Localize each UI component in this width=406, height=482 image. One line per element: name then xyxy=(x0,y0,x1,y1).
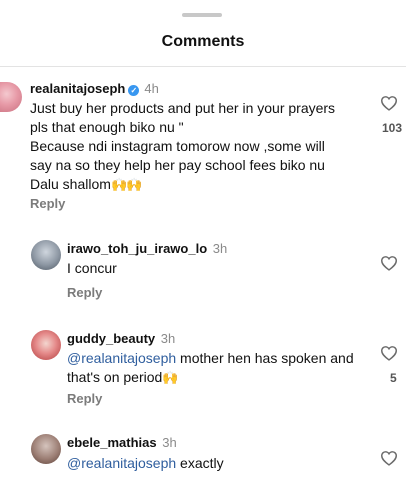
comment-text: @realanitajoseph mother hen has spoken a… xyxy=(67,350,354,385)
comment-text: Just buy her products and put her in you… xyxy=(30,99,350,194)
like-heart-icon[interactable] xyxy=(380,255,398,276)
comment-username[interactable]: irawo_toh_ju_irawo_lo 3h xyxy=(67,241,227,256)
username-text[interactable]: realanitajoseph xyxy=(30,81,125,96)
comment-time: 3h xyxy=(160,331,176,346)
username-text[interactable]: irawo_toh_ju_irawo_lo xyxy=(67,241,207,256)
mention-link[interactable]: @realanitajoseph xyxy=(67,350,176,366)
comment-username[interactable]: realanitajoseph ✓ 4h xyxy=(30,81,159,96)
comment-username[interactable]: ebele_mathias 3h xyxy=(67,435,177,450)
avatar[interactable] xyxy=(31,330,61,360)
sheet-grabber[interactable] xyxy=(182,13,222,17)
raised-hands-emoji-icon: 🙌 xyxy=(162,370,178,385)
reply-button[interactable]: Reply xyxy=(67,285,102,300)
reply-button[interactable]: Reply xyxy=(30,196,65,211)
avatar[interactable] xyxy=(0,82,22,112)
like-heart-icon[interactable] xyxy=(380,345,398,366)
like-count: 103 xyxy=(382,121,403,135)
username-text[interactable]: ebele_mathias xyxy=(67,435,157,450)
page-title: Comments xyxy=(161,33,245,50)
comment-time: 4h xyxy=(144,81,159,96)
mention-link[interactable]: @realanitajoseph xyxy=(67,455,176,471)
username-text[interactable]: guddy_beauty xyxy=(67,331,155,346)
comment-time: 3h xyxy=(212,241,228,256)
comment-line: Because ndi instagram tomorow now ,some … xyxy=(30,138,325,192)
avatar[interactable] xyxy=(31,240,61,270)
avatar[interactable] xyxy=(31,434,61,464)
like-count: 5 xyxy=(390,371,397,385)
comment-text: @realanitajoseph exactly xyxy=(67,455,224,471)
like-heart-icon[interactable] xyxy=(380,95,398,116)
like-heart-icon[interactable] xyxy=(380,450,398,471)
comment-text: I concur xyxy=(67,260,117,276)
verified-badge-icon: ✓ xyxy=(128,85,140,96)
comment-time: 3h xyxy=(162,435,177,450)
comment-line: Just buy her products and put her in you… xyxy=(30,100,336,135)
header-divider xyxy=(0,66,406,67)
reply-button[interactable]: Reply xyxy=(67,391,102,406)
raised-hands-emoji-icon: 🙌🙌 xyxy=(110,177,142,192)
comment-username[interactable]: guddy_beauty 3h xyxy=(67,331,175,346)
